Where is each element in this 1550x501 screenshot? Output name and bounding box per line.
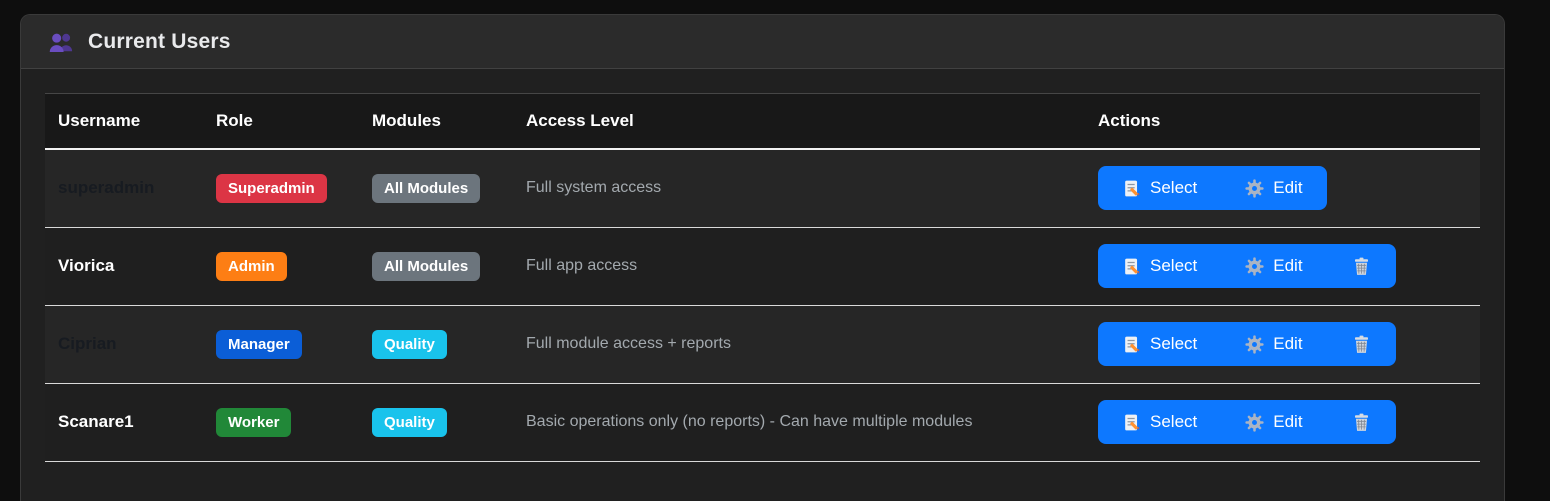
delete-button[interactable] [1327, 322, 1396, 366]
edit-button-label: Edit [1273, 412, 1302, 432]
select-button[interactable]: Select [1098, 244, 1221, 288]
panel-header: Current Users [21, 15, 1504, 69]
role-badge: Superadmin [216, 174, 327, 203]
role-badge: Worker [216, 408, 291, 437]
delete-button[interactable] [1327, 244, 1396, 288]
gear-icon [1245, 335, 1264, 354]
table-row: Scanare1 Worker Quality Basic operations… [45, 383, 1480, 461]
select-button[interactable]: Select [1098, 400, 1221, 444]
access-level-text: Full module access + reports [526, 335, 731, 352]
page-title: Current Users [88, 30, 231, 54]
memo-icon [1122, 179, 1141, 198]
memo-icon [1122, 257, 1141, 276]
access-level-text: Full system access [526, 179, 661, 196]
table-row: Viorica Admin All Modules Full app acces… [45, 227, 1480, 305]
gear-icon [1245, 179, 1264, 198]
col-header-modules: Modules [359, 94, 513, 150]
access-level-text: Basic operations only (no reports) - Can… [526, 413, 972, 430]
actions-button-group: Select Edit [1098, 400, 1396, 444]
edit-button-label: Edit [1273, 334, 1302, 354]
actions-button-group: Select Edit [1098, 322, 1396, 366]
col-header-access-level: Access Level [513, 94, 1085, 150]
col-header-role: Role [203, 94, 359, 150]
table-row: superadmin Superadmin All Modules Full s… [45, 149, 1480, 227]
role-badge: Manager [216, 330, 302, 359]
edit-button[interactable]: Edit [1221, 166, 1326, 210]
table-header-row: Username Role Modules Access Level Actio… [45, 94, 1480, 150]
module-badge: All Modules [372, 174, 480, 203]
username-text: Viorica [58, 256, 114, 275]
col-header-username: Username [45, 94, 203, 150]
memo-icon [1122, 335, 1141, 354]
module-badge: All Modules [372, 252, 480, 281]
edit-button-label: Edit [1273, 178, 1302, 198]
select-button-label: Select [1150, 412, 1197, 432]
select-button[interactable]: Select [1098, 166, 1221, 210]
edit-button[interactable]: Edit [1221, 322, 1326, 366]
trash-icon [1352, 335, 1371, 354]
edit-button-label: Edit [1273, 256, 1302, 276]
actions-button-group: Select Edit [1098, 244, 1396, 288]
gear-icon [1245, 413, 1264, 432]
memo-icon [1122, 413, 1141, 432]
edit-button[interactable]: Edit [1221, 244, 1326, 288]
module-badge: Quality [372, 408, 447, 437]
current-users-panel: Current Users Username Role Modules Acce… [20, 14, 1505, 501]
panel-body: Username Role Modules Access Level Actio… [21, 69, 1504, 462]
select-button-label: Select [1150, 256, 1197, 276]
select-button-label: Select [1150, 334, 1197, 354]
trash-icon [1352, 257, 1371, 276]
module-badge: Quality [372, 330, 447, 359]
users-table: Username Role Modules Access Level Actio… [45, 93, 1480, 462]
gear-icon [1245, 257, 1264, 276]
trash-icon [1352, 413, 1371, 432]
username-text: Scanare1 [58, 412, 134, 431]
select-button[interactable]: Select [1098, 322, 1221, 366]
username-text: superadmin [58, 178, 154, 197]
role-badge: Admin [216, 252, 287, 281]
actions-button-group: Select Edit [1098, 166, 1327, 210]
delete-button[interactable] [1327, 400, 1396, 444]
select-button-label: Select [1150, 178, 1197, 198]
access-level-text: Full app access [526, 257, 637, 274]
col-header-actions: Actions [1085, 94, 1480, 150]
username-text: Ciprian [58, 334, 117, 353]
table-row: Ciprian Manager Quality Full module acce… [45, 305, 1480, 383]
users-icon [48, 31, 75, 53]
edit-button[interactable]: Edit [1221, 400, 1326, 444]
